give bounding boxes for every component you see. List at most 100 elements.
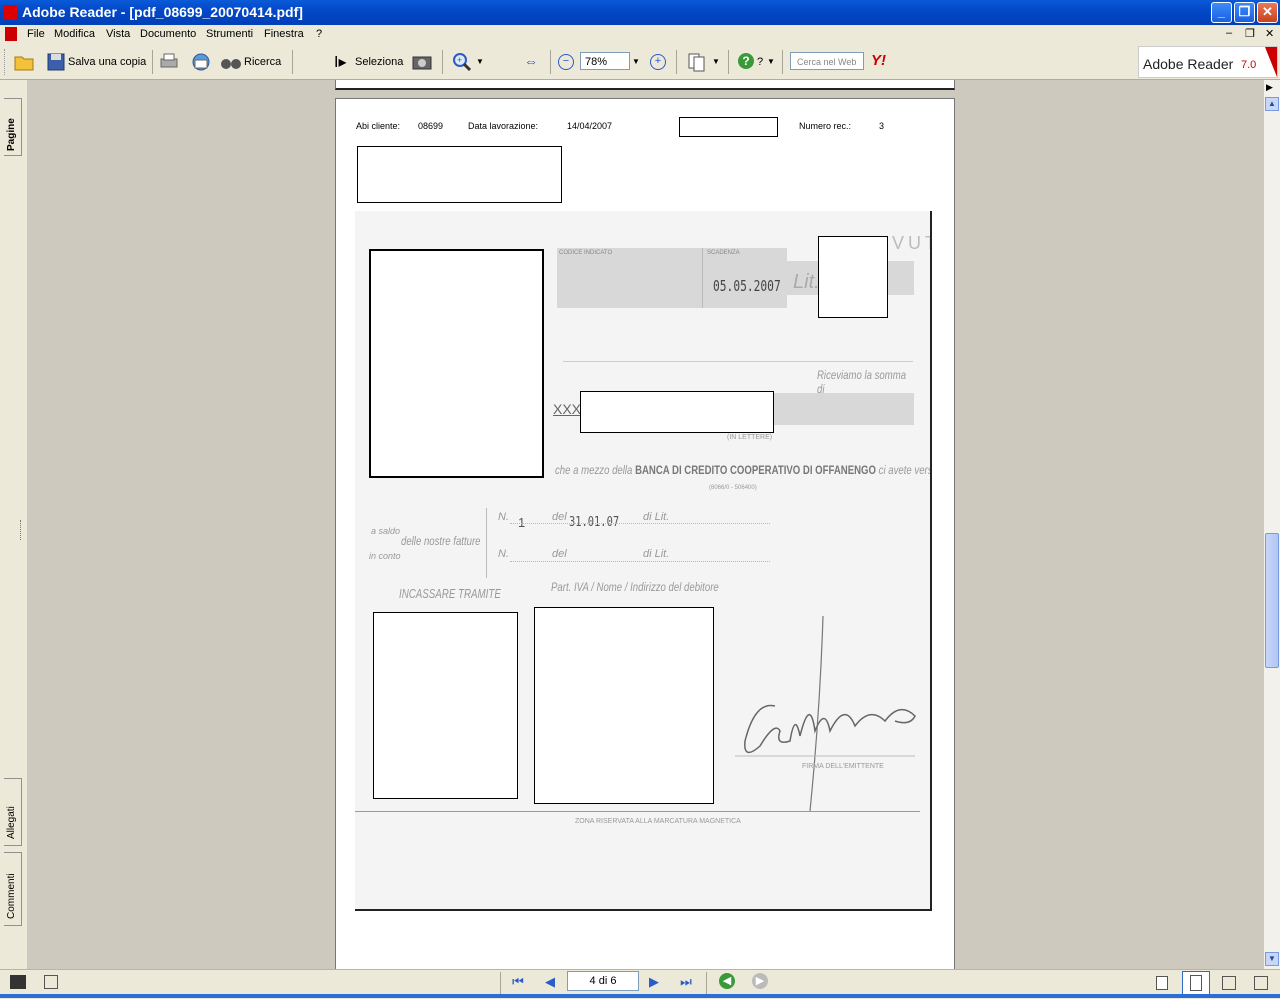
tab-allegati-label: Allegati <box>6 806 17 839</box>
continuous-page-icon <box>1190 975 1202 991</box>
date-label: Data lavorazione: <box>468 121 539 131</box>
continuous-facing-icon[interactable] <box>1222 976 1236 990</box>
continuous-page-button[interactable] <box>1182 971 1210 995</box>
zona-label: ZONA RISERVATA ALLA MARCATURA MAGNETICA <box>575 818 741 825</box>
zoom-value-field[interactable]: 78% <box>580 52 630 70</box>
web-search-input[interactable]: Cerca nel Web <box>790 52 864 70</box>
tab-commenti-label: Commenti <box>6 873 17 919</box>
help-dropdown-icon[interactable]: ▼ <box>767 57 775 66</box>
save-copy-button[interactable]: Salva una copia <box>68 56 146 68</box>
doc-restore-icon[interactable]: ❐ <box>1245 27 1255 40</box>
first-page-icon[interactable]: ⏮ <box>509 973 527 991</box>
bank-line: che a mezzo della BANCA DI CREDITO COOPE… <box>555 463 930 477</box>
last-page-icon[interactable]: ⏭ <box>677 973 695 991</box>
fit-width-icon[interactable]: ⇔ <box>524 53 538 69</box>
go-back-icon[interactable]: ◀ <box>719 973 735 989</box>
tab-pagine[interactable]: Pagine <box>4 98 22 156</box>
title-bar[interactable]: Adobe Reader - [pdf_08699_20070414.pdf] … <box>0 0 1280 25</box>
bank-code: (8066/0 - 506400) <box>709 485 757 491</box>
help-button[interactable]: ? <box>757 56 763 68</box>
snapshot-camera-icon[interactable] <box>411 51 433 73</box>
menu-vista[interactable]: Vista <box>106 28 130 40</box>
dotted-line <box>510 561 770 563</box>
currency-lit: Lit. <box>793 271 820 293</box>
scroll-down-icon[interactable]: ▼ <box>1265 952 1279 966</box>
print-icon[interactable] <box>158 51 180 73</box>
toolbar-grip[interactable] <box>4 49 8 75</box>
previous-page-icon[interactable]: ◀ <box>541 973 559 991</box>
open-folder-icon[interactable] <box>13 51 35 73</box>
menu-modifica[interactable]: Modifica <box>54 28 95 40</box>
band-divider <box>702 248 703 308</box>
restore-button[interactable]: ❐ <box>1234 2 1255 23</box>
rec-label: Numero rec.: <box>799 121 852 131</box>
email-icon[interactable] <box>190 51 212 73</box>
brand-version: 7.0 <box>1241 59 1257 71</box>
save-icon[interactable] <box>45 51 67 73</box>
menu-strumenti[interactable]: Strumenti <box>206 28 253 40</box>
toolbar-separator <box>782 50 783 74</box>
facing-page-icon[interactable] <box>1254 976 1268 990</box>
menu-bar: File Modifica Vista Documento Strumenti … <box>0 25 1280 44</box>
scroll-up-icon[interactable]: ▲ <box>1265 97 1279 111</box>
svg-text:+: + <box>457 55 462 65</box>
go-forward-icon[interactable]: ▶ <box>752 973 768 989</box>
menu-file[interactable]: File <box>27 28 45 40</box>
dotted-line <box>510 523 770 525</box>
rec-value: 3 <box>879 121 885 131</box>
mag-zone-line <box>355 811 920 812</box>
piva-label: Part. IVA / Nome / Indirizzo del debitor… <box>551 580 719 594</box>
bank-line-pre: che a mezzo della <box>555 463 633 477</box>
toolbar-separator <box>442 50 443 74</box>
window-title: Adobe Reader - [pdf_08699_20070414.pdf] <box>22 4 303 20</box>
menu-finestra[interactable]: Finestra <box>264 28 304 40</box>
next-page-icon[interactable]: ▶ <box>645 973 663 991</box>
binoculars-icon[interactable] <box>220 51 242 73</box>
page-layout-icon[interactable] <box>686 51 708 73</box>
yahoo-search-icon[interactable]: Y! <box>871 52 886 69</box>
minimize-icon: _ <box>1217 4 1226 19</box>
zoom-in-tool-icon[interactable]: + <box>451 51 473 73</box>
nav-panel-toggle-icon[interactable] <box>10 975 26 989</box>
single-page-icon[interactable] <box>1156 976 1168 990</box>
status-separator <box>500 972 501 994</box>
tab-commenti[interactable]: Commenti <box>4 852 22 926</box>
due-date: 05.05.2007 <box>713 277 781 295</box>
code-label: CODICE INDICATO <box>559 250 613 256</box>
doc-minimize-icon[interactable]: – <box>1226 27 1232 39</box>
redacted-box <box>534 607 714 804</box>
search-button[interactable]: Ricerca <box>244 56 281 68</box>
zoom-tool-dropdown-icon[interactable]: ▼ <box>476 57 484 66</box>
zoom-in-icon[interactable]: + <box>650 54 666 70</box>
menu-help[interactable]: ? <box>316 28 322 40</box>
bracket-line <box>486 508 488 578</box>
redacted-box <box>818 236 888 318</box>
amount-words-band <box>770 393 914 425</box>
select-tool-button[interactable]: Seleziona <box>355 56 403 68</box>
panel-arrow-icon[interactable]: ▶ <box>1266 82 1273 93</box>
in-letters-label: (IN LETTERE) <box>727 434 773 441</box>
tab-allegati[interactable]: Allegati <box>4 778 22 846</box>
delle-fatture-label: delle nostre fatture <box>401 534 481 548</box>
menu-documento[interactable]: Documento <box>140 28 196 40</box>
vertical-scrollbar[interactable]: ▶ ▲ ▼ <box>1264 80 1280 969</box>
due-label: SCADENZA <box>707 250 740 256</box>
zoom-dropdown-icon[interactable]: ▼ <box>632 57 640 66</box>
zoom-out-icon[interactable]: − <box>558 54 574 70</box>
redacted-box <box>357 146 562 203</box>
page-layout-dropdown-icon[interactable]: ▼ <box>712 57 720 66</box>
page-number-field[interactable]: 4 di 6 <box>567 971 639 991</box>
text-select-icon[interactable]: I▸ <box>334 52 346 72</box>
minimize-button[interactable]: _ <box>1211 2 1232 23</box>
close-button[interactable]: ✕ <box>1257 2 1278 23</box>
restore-icon: ❐ <box>1238 4 1251 19</box>
scroll-thumb[interactable] <box>1265 533 1279 668</box>
help-icon[interactable]: ? <box>738 53 754 69</box>
document-icon <box>5 27 17 41</box>
doc-close-icon[interactable]: ✕ <box>1265 27 1274 40</box>
panel-resize-grip[interactable] <box>20 520 24 540</box>
page-options-icon[interactable] <box>44 975 58 989</box>
tab-pagine-label: Pagine <box>6 118 17 151</box>
adobe-corner-logo-icon <box>1265 47 1277 77</box>
di-lit-label: di Lit. <box>643 511 670 523</box>
